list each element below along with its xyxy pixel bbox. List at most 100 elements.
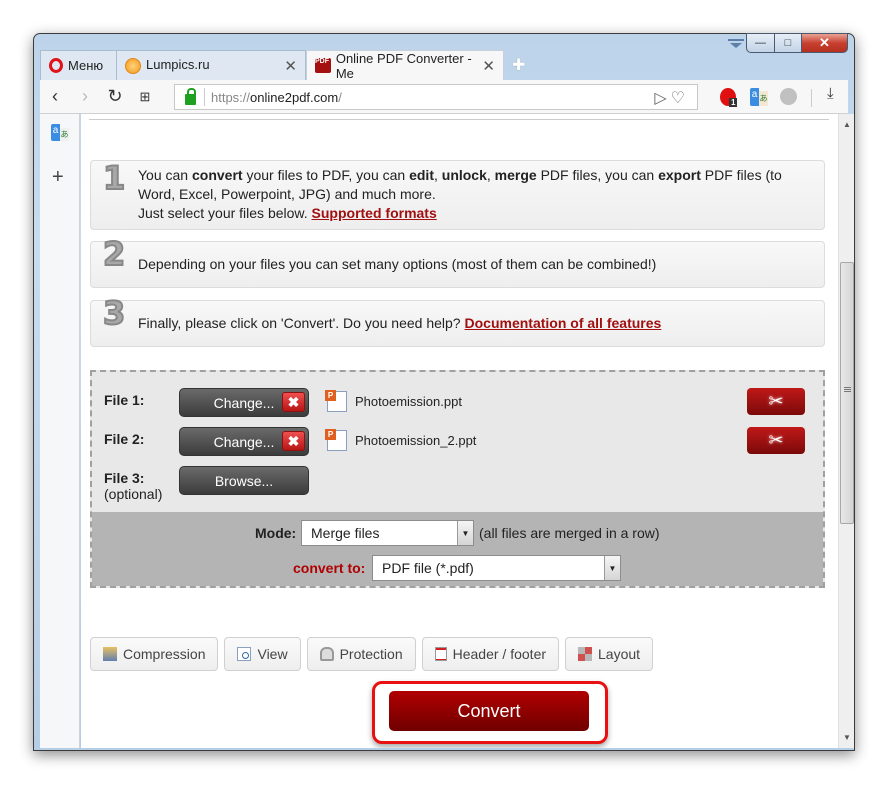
file-3-browse-button[interactable]: Browse... <box>179 466 309 495</box>
file-name-text: Photoemission_2.ppt <box>355 433 477 448</box>
bookmark-heart-icon[interactable]: ♡ <box>671 90 689 107</box>
file-1-split-button[interactable]: ✂ <box>747 388 805 415</box>
file-3-label-text: File 3: <box>104 470 145 486</box>
sidebar-translate-icon[interactable]: aあ <box>51 124 69 142</box>
opera-logo-icon <box>49 58 63 73</box>
tab-layout[interactable]: Layout <box>565 637 654 671</box>
scroll-down-arrow[interactable]: ▼ <box>843 733 851 742</box>
toolbar-separator <box>811 89 812 107</box>
emphasis-text: export <box>658 167 701 183</box>
mode-select-value: Merge files <box>311 525 380 541</box>
file-upload-area: File 1: Change... ✖ Photoemission.ppt ✂ … <box>90 370 825 588</box>
step-1-line2: Just select your files below. <box>138 205 308 221</box>
step-text: Depending on your files you can set many… <box>138 256 657 272</box>
layout-icon <box>578 647 593 661</box>
step-text: Finally, please click on 'Convert'. Do y… <box>138 314 661 333</box>
tab-stash-icon[interactable] <box>728 39 744 53</box>
supported-formats-link[interactable]: Supported formats <box>312 205 437 221</box>
forward-button[interactable]: › <box>70 86 100 107</box>
file-2-name: Photoemission_2.ppt <box>325 429 477 451</box>
new-tab-button[interactable]: ✚ <box>504 50 533 80</box>
adblock-extension-icon[interactable]: 1 <box>720 88 738 107</box>
page-content: 1 You can convert your files to PDF, you… <box>81 114 838 748</box>
download-icon[interactable]: ⤓ <box>827 85 834 102</box>
close-window-button[interactable]: ✕ <box>801 33 848 53</box>
tab-protection[interactable]: Protection <box>306 637 416 671</box>
chevron-down-icon: ▼ <box>457 521 473 545</box>
tab-label: Compression <box>123 646 206 662</box>
chevron-down-icon: ▼ <box>604 556 620 580</box>
file-2-remove-button[interactable]: ✖ <box>282 431 305 451</box>
mode-hint: (all files are merged in a row) <box>479 525 660 541</box>
lock-icon <box>185 87 196 105</box>
maximize-button[interactable]: □ <box>774 33 801 53</box>
header-footer-icon <box>434 647 447 661</box>
close-tab-icon[interactable]: ✕ <box>284 57 297 75</box>
convert-to-select[interactable]: PDF file (*.pdf) ▼ <box>372 555 621 581</box>
convert-highlight: Convert <box>372 681 608 744</box>
file-name-text: Photoemission.ppt <box>355 394 462 409</box>
mode-bar: Mode: Merge files ▼ (all files are merge… <box>92 512 823 586</box>
window-controls: — □ ✕ <box>746 33 848 53</box>
convert-button[interactable]: Convert <box>389 691 589 731</box>
send-icon[interactable]: ▷ <box>654 90 670 107</box>
vertical-scrollbar[interactable]: ▲ ▼ <box>838 114 854 748</box>
grip-icon <box>844 387 851 388</box>
ppt-file-icon <box>325 429 347 451</box>
scroll-up-arrow[interactable]: ▲ <box>843 120 851 129</box>
orange-favicon-icon <box>125 57 141 74</box>
file-3-optional: (optional) <box>104 486 163 502</box>
url-host: online2pdf.com <box>250 89 339 105</box>
emphasis-text: merge <box>494 167 537 183</box>
speed-dial-icon[interactable]: ⊞ <box>130 89 160 105</box>
mode-label: Mode: <box>255 525 297 541</box>
emphasis-text: unlock <box>441 167 487 183</box>
scissors-icon: ✂ <box>768 430 784 450</box>
option-tabs: Compression View Protection Header / foo… <box>90 637 654 671</box>
documentation-link[interactable]: Documentation of all features <box>465 315 662 331</box>
opera-menu-button[interactable]: Меню <box>40 50 116 80</box>
url-path: / <box>338 89 342 105</box>
vpn-globe-icon[interactable] <box>780 88 797 105</box>
step-number: 1 <box>102 159 126 197</box>
menu-label: Меню <box>68 58 104 73</box>
tab-label: Header / footer <box>452 646 547 662</box>
tab-online-pdf-converter[interactable]: PDF Online PDF Converter - Me ✕ <box>306 50 504 81</box>
tab-lumpics[interactable]: Lumpics.ru ✕ <box>116 50 306 80</box>
reload-button[interactable]: ↻ <box>100 86 130 107</box>
step-number: 3 <box>102 294 126 332</box>
step-3-box: 3 Finally, please click on 'Convert'. Do… <box>90 294 825 347</box>
step-3-description: Finally, please click on 'Convert'. Do y… <box>138 315 461 331</box>
plain-text: your files to PDF, you can <box>242 167 410 183</box>
tab-header-footer[interactable]: Header / footer <box>421 637 560 671</box>
step-text: You can convert your files to PDF, you c… <box>138 166 818 223</box>
file-2-split-button[interactable]: ✂ <box>747 427 805 454</box>
tab-compression[interactable]: Compression <box>90 637 219 671</box>
translate-a-glyph: a <box>750 88 759 106</box>
close-tab-icon[interactable]: ✕ <box>482 57 495 75</box>
sidebar-add-button[interactable]: + <box>52 166 64 189</box>
tab-view[interactable]: View <box>224 637 301 671</box>
back-button[interactable]: ‹ <box>40 86 70 107</box>
mode-select[interactable]: Merge files ▼ <box>301 520 474 546</box>
view-icon <box>237 647 252 661</box>
address-separator <box>204 88 205 106</box>
url-protocol: https:// <box>211 89 251 105</box>
scrollbar-thumb[interactable] <box>840 262 854 524</box>
lock-icon <box>319 647 334 661</box>
address-bar[interactable]: https://online2pdf.com / ▷♡ <box>174 84 698 110</box>
convert-to-label: convert to: <box>293 560 366 576</box>
translate-j-glyph: あ <box>60 128 69 141</box>
compression-icon <box>103 647 117 661</box>
file-1-name: Photoemission.ppt <box>325 390 462 412</box>
opera-sidebar: aあ + <box>40 114 80 748</box>
pdf-favicon-icon: PDF <box>315 58 331 73</box>
minimize-button[interactable]: — <box>746 33 774 53</box>
file-1-remove-button[interactable]: ✖ <box>282 392 305 412</box>
browser-window: — □ ✕ Меню Lumpics.ru ✕ PDF Online PDF Co… <box>33 33 855 751</box>
translate-extension-icon[interactable]: aあ <box>750 88 768 106</box>
step-number: 2 <box>102 235 126 273</box>
file-3-label: File 3: (optional) <box>104 470 162 502</box>
step-1-description: You can convert your files to PDF, you c… <box>138 167 782 202</box>
emphasis-text: edit <box>409 167 434 183</box>
